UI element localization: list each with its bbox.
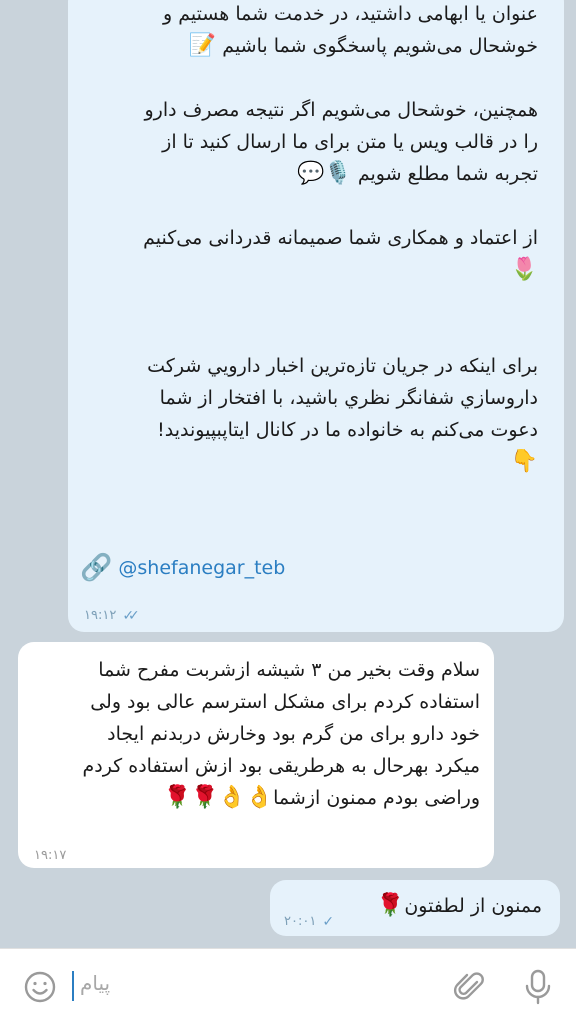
message-line: برای اینکه در جریان تازه‌ترین اخبار دارو… [147, 355, 538, 377]
message-line: را در قالب ویس یا متن برای ما ارسال کنید… [162, 131, 538, 153]
paperclip-icon[interactable] [452, 969, 488, 1005]
reaction-emojis: 👌👌🌹🌹 [163, 785, 274, 810]
rose-emoji: 🌹 [376, 893, 405, 918]
message-input[interactable]: پیام [80, 971, 110, 995]
message-bubble-outgoing[interactable]: عنوان یا ابهامی داشتید، در خدمت شما هستی… [68, 0, 564, 632]
voice-emoji: 🎙️💬 [297, 161, 352, 186]
message-bubble-incoming[interactable]: سلام وقت بخیر من ۳ شیشه ازشربت مفرح شما … [18, 642, 494, 868]
text-cursor [72, 971, 74, 1001]
message-line: عنوان یا ابهامی داشتید، در خدمت شما هستی… [162, 3, 538, 25]
message-time: ۱۹:۱۷ [34, 848, 67, 863]
channel-link-text[interactable]: @shefanegar_teb [118, 552, 285, 584]
message-bubble-outgoing[interactable]: ممنون از لطفتون🌹 ۲۰:۰۱ ✓ [270, 880, 560, 936]
message-line: دعوت می‌کنم به خانواده ما در کانال ایتاپ… [157, 419, 538, 441]
message-line: سلام وقت بخیر من ۳ شیشه ازشربت مفرح شما [98, 659, 480, 681]
message-line: استفاده کردم برای مشکل استرسم عالی بود و… [90, 691, 480, 713]
microphone-icon[interactable] [520, 967, 556, 1007]
channel-link[interactable]: 🔗 @shefanegar_teb [80, 552, 285, 584]
message-line: از اعتماد و همکاری شما صمیمانه قدردانی م… [143, 227, 538, 249]
message-meta: ۲۰:۰۱ ✓ [284, 906, 334, 938]
message-composer: پیام [0, 948, 576, 1025]
point-down-emoji: 👇 [510, 449, 538, 474]
message-line: خود دارو برای من گرم بود وخارش دربدنم ای… [107, 723, 480, 745]
message-time: ۱۹:۱۲ [84, 608, 117, 623]
tulip-emoji: 🌷 [510, 257, 538, 282]
smiley-icon[interactable] [22, 969, 58, 1005]
message-line: تجربه شما مطلع شویم 🎙️💬 [297, 161, 538, 186]
sent-check-icon: ✓ [322, 914, 333, 930]
message-meta: ۱۹:۱۲ ✓✓ [84, 600, 140, 632]
message-line: همچنین، خوشحال می‌شویم اگر نتیجه مصرف دا… [144, 99, 538, 121]
message-line: میکرد بهرحال به هرطریقی بود ازش استفاده … [82, 755, 480, 777]
message-meta: ۱۹:۱۷ [34, 840, 66, 872]
chat-area[interactable]: عنوان یا ابهامی داشتید، در خدمت شما هستی… [0, 0, 576, 948]
message-line: خوشحال می‌شویم پاسخگوی شما باشیم 📝 [188, 33, 538, 58]
message-line: وراضی بودم ممنون ازشما👌👌🌹🌹 [163, 785, 480, 810]
memo-emoji: 📝 [188, 33, 217, 58]
message-time: ۲۰:۰۱ [284, 914, 317, 929]
link-icon: 🔗 [80, 553, 113, 583]
message-line: داروسازي شفانگر نظري باشید، با افتخار از… [159, 387, 538, 409]
read-receipt-icon: ✓✓ [122, 608, 140, 624]
